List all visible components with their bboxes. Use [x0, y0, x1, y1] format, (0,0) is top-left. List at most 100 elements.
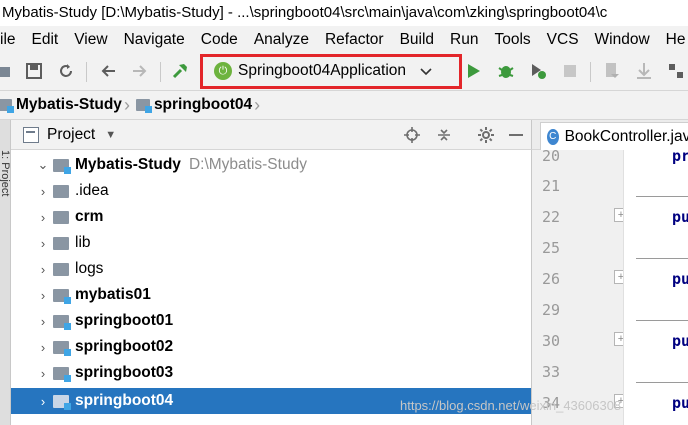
code-fragment: pu — [672, 270, 688, 288]
breadcrumb-label: springboot04 — [153, 96, 253, 113]
back-arrow-icon[interactable] — [98, 61, 118, 81]
menu-navigate[interactable]: Navigate — [116, 26, 193, 53]
code-fragment: pu — [672, 394, 688, 412]
line-number: 29 — [542, 301, 561, 319]
collapse-all-icon[interactable] — [434, 125, 454, 145]
window-title: Mybatis-Study [D:\Mybatis-Study] - ...\s… — [2, 4, 608, 21]
java-class-icon: C — [547, 128, 559, 145]
save-icon[interactable] — [24, 61, 44, 81]
tree-item[interactable]: › springboot02 — [11, 334, 531, 360]
breadcrumb: Mybatis-Study › springboot04 › — [0, 91, 688, 120]
chevron-right-icon[interactable]: › — [33, 394, 53, 409]
expanded-arrow-icon[interactable]: ⌄ — [33, 157, 53, 173]
menu-analyze[interactable]: Analyze — [246, 26, 317, 53]
editor-tab-label: BookController.java — [564, 127, 688, 145]
project-view-selector[interactable]: Project — [47, 126, 95, 144]
module-folder-icon — [0, 99, 14, 113]
download-icon[interactable] — [634, 61, 654, 81]
gear-icon[interactable] — [476, 125, 496, 145]
debug-bug-icon[interactable] — [496, 61, 516, 81]
line-number: 30 — [542, 332, 561, 350]
menu-vcs[interactable]: VCS — [539, 26, 587, 53]
tree-item[interactable]: › springboot03 — [11, 360, 531, 386]
breadcrumb-item-module[interactable]: springboot04 › — [135, 95, 266, 116]
minimize-icon[interactable] — [506, 125, 526, 145]
watermark-text: https://blog.csdn.net/weixin_43606308 — [400, 398, 622, 413]
run-icon[interactable] — [464, 61, 484, 81]
folder-icon — [53, 262, 69, 276]
triangle-down-icon[interactable]: ▼ — [105, 129, 116, 141]
menu-window[interactable]: Window — [587, 26, 658, 53]
tree-item[interactable]: › .idea — [11, 178, 531, 204]
menu-refactor[interactable]: Refactor — [317, 26, 392, 53]
chevron-right-icon[interactable]: › — [33, 236, 53, 251]
tree-item-label: springboot03 — [75, 364, 174, 381]
sync-icon[interactable] — [56, 61, 76, 81]
menu-view[interactable]: View — [66, 26, 115, 53]
chevron-right-icon[interactable]: › — [33, 262, 53, 277]
editor-tab-bar: C BookController.java — [531, 120, 688, 150]
code-fragment: pu — [672, 208, 688, 226]
locate-crosshair-icon[interactable] — [402, 125, 422, 145]
chevron-right-icon[interactable]: › — [33, 210, 53, 225]
tree-item-label: springboot02 — [75, 338, 174, 355]
line-number: 21 — [542, 177, 561, 195]
coverage-icon[interactable] — [528, 61, 548, 81]
menu-code[interactable]: Code — [193, 26, 246, 53]
stop-icon[interactable] — [560, 61, 580, 81]
chevron-right-icon[interactable]: › — [33, 288, 53, 303]
module-folder-icon — [53, 314, 71, 330]
annotation-highlight-box — [200, 54, 462, 89]
chevron-right-icon[interactable]: › — [33, 314, 53, 329]
code-fragment: pri — [672, 150, 688, 165]
build-hammer-icon[interactable] — [170, 61, 190, 81]
menu-help[interactable]: He — [658, 26, 688, 53]
toolbar-separator — [160, 62, 161, 82]
chevron-right-icon[interactable]: › — [33, 184, 53, 199]
method-separator — [636, 258, 688, 259]
menu-bar: ile Edit View Navigate Code Analyze Refa… — [0, 26, 688, 53]
module-folder-icon — [53, 288, 71, 304]
menu-file[interactable]: ile — [0, 26, 24, 53]
module-folder-icon — [53, 340, 71, 356]
chevron-right-icon[interactable]: › — [33, 340, 53, 355]
tree-item[interactable]: › logs — [11, 256, 531, 282]
left-tool-strip: 1: Project — [0, 120, 11, 425]
forward-arrow-icon[interactable] — [130, 61, 150, 81]
tree-item-label: lib — [75, 234, 91, 251]
tree-item[interactable]: › crm — [11, 204, 531, 230]
tree-item[interactable]: › mybatis01 — [11, 282, 531, 308]
line-number: 22 — [542, 208, 561, 226]
module-folder-icon — [135, 99, 152, 113]
module-folder-icon — [53, 366, 71, 382]
method-separator — [636, 196, 688, 197]
tree-item-root[interactable]: ⌄ Mybatis-Study D:\Mybatis-Study — [11, 152, 531, 178]
code-fragment: pu — [672, 332, 688, 350]
open-folder-icon[interactable] — [0, 61, 14, 81]
chevron-right-icon[interactable]: › — [33, 366, 53, 381]
tree-item-label: springboot04 — [75, 392, 174, 409]
project-structure-icon[interactable] — [666, 61, 686, 81]
line-number: 25 — [542, 239, 561, 257]
toolbar-separator — [590, 62, 591, 82]
tree-item[interactable]: › springboot01 — [11, 308, 531, 334]
menu-tools[interactable]: Tools — [486, 26, 538, 53]
menu-run[interactable]: Run — [442, 26, 486, 53]
tree-item[interactable]: › lib — [11, 230, 531, 256]
project-view-icon — [23, 126, 39, 143]
menu-build[interactable]: Build — [392, 26, 442, 53]
breadcrumb-item-root[interactable]: Mybatis-Study › — [0, 95, 136, 116]
line-number: 20 — [542, 147, 561, 165]
line-number: 33 — [542, 363, 561, 381]
module-folder-icon — [53, 394, 71, 410]
breadcrumb-label: Mybatis-Study — [16, 96, 122, 113]
code-editor[interactable]: pri pu pu pu pu — [623, 150, 688, 425]
tree-item-label: logs — [75, 260, 104, 277]
module-folder-icon — [53, 158, 71, 174]
chevron-right-icon: › — [123, 94, 130, 115]
project-tool-window-button[interactable]: 1: Project — [0, 150, 11, 196]
method-separator — [636, 382, 688, 383]
menu-edit[interactable]: Edit — [24, 26, 67, 53]
editor-tab-bookcontroller[interactable]: C BookController.java — [540, 122, 688, 150]
update-project-icon[interactable] — [602, 61, 622, 81]
